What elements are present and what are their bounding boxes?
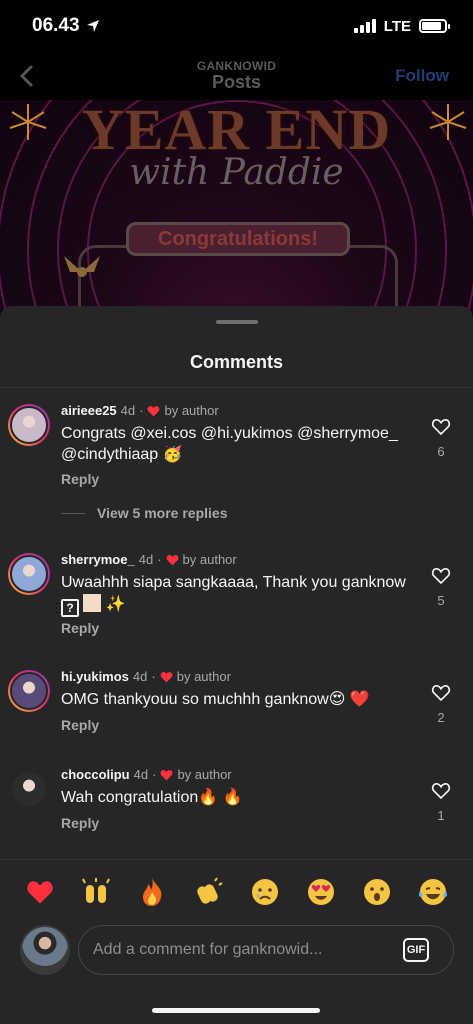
comment-composer: GIF [0, 925, 473, 979]
cellular-signal-icon [353, 19, 376, 33]
by-author-label: by author [164, 403, 219, 418]
post-image[interactable]: YEAR END with Paddie Congratulations! [0, 100, 473, 320]
heart-outline-icon[interactable] [431, 417, 451, 436]
comment-username[interactable]: sherrymoe_ [61, 552, 135, 567]
comment-username[interactable]: choccolipu [61, 767, 130, 782]
header-title: Posts [211, 71, 261, 92]
like-count: 5 [437, 593, 445, 608]
status-time: 06.43 [32, 15, 80, 36]
comment-time: 4d [133, 767, 149, 782]
avatar[interactable] [8, 670, 50, 712]
comment-input-container[interactable]: GIF [78, 925, 454, 975]
heart-filled-icon [148, 405, 160, 416]
follow-button[interactable]: Follow [395, 66, 449, 86]
reply-button[interactable]: Reply [61, 717, 99, 733]
unknown-glyph-icon: ? [61, 599, 79, 617]
heart-filled-icon [160, 671, 173, 682]
reply-button[interactable]: Reply [61, 471, 99, 487]
heart-outline-icon[interactable] [431, 781, 451, 800]
location-arrow-icon [86, 20, 99, 32]
comment-username[interactable]: hi.yukimos [61, 669, 129, 684]
by-author-label: by author [177, 767, 232, 782]
comment-time: 4d [132, 669, 148, 684]
battery-icon [419, 19, 450, 33]
skin-tone-swatch-icon [83, 594, 101, 612]
gift-bow-icon [64, 256, 100, 288]
heart-emoji-icon[interactable] [22, 874, 58, 910]
reply-button[interactable]: Reply [61, 620, 99, 636]
comment-text: Uwaahhh siapa sangkaaaa, Thank you gankn… [61, 574, 406, 617]
comment-text: OMG thankyouu so muchhh ganknow😍 ❤️ [61, 691, 370, 708]
avatar[interactable] [8, 404, 50, 446]
heart-eyes-emoji-icon[interactable] [303, 874, 339, 910]
sheet-title: Comments [189, 352, 283, 372]
banner-subtitle: with Paddie [129, 152, 344, 193]
crying-face-emoji-icon[interactable] [247, 874, 283, 910]
avatar[interactable] [8, 553, 50, 595]
post-header: GANKNOWID Posts Follow [0, 52, 473, 100]
comment-text: Congrats @xei.cos @hi.yukimos @sherrymoe… [61, 425, 398, 463]
raised-hands-emoji-icon[interactable] [78, 874, 114, 910]
surprised-face-emoji-icon[interactable] [359, 874, 395, 910]
header-username[interactable]: GANKNOWID [197, 59, 276, 73]
comments-sheet: Comments airieee25 4d · by author Congra… [0, 306, 473, 1024]
status-bar: 06.43 LTE [0, 0, 473, 52]
back-chevron-icon[interactable] [14, 62, 42, 90]
heart-outline-icon[interactable] [431, 683, 451, 702]
heart-filled-icon [166, 554, 178, 565]
comment-time: 4d [138, 552, 154, 567]
by-author-label: by author [176, 669, 231, 684]
banner-pill: Congratulations! [126, 222, 350, 256]
clapping-hands-emoji-icon[interactable] [190, 874, 226, 910]
tears-of-joy-emoji-icon[interactable] [415, 874, 451, 910]
like-count: 6 [437, 444, 445, 459]
like-count: 2 [437, 710, 445, 725]
comment-text: Wah congratulation🔥 🔥 [61, 789, 243, 806]
heart-filled-icon [161, 769, 173, 780]
avatar[interactable] [8, 768, 50, 810]
like-count: 1 [437, 808, 445, 823]
heart-outline-icon[interactable] [431, 566, 451, 585]
gif-button[interactable]: GIF [403, 938, 429, 962]
network-label: LTE [383, 17, 411, 35]
comment-input[interactable] [93, 926, 393, 974]
by-author-label: by author [182, 552, 237, 567]
view-more-replies-button[interactable]: View 5 more replies [61, 505, 227, 521]
comment-time: 4d [120, 403, 136, 418]
fire-emoji-icon[interactable] [134, 874, 170, 910]
emoji-reaction-bar [0, 872, 473, 912]
current-user-avatar [20, 925, 70, 975]
comment-username[interactable]: airieee25 [61, 403, 117, 418]
reply-button[interactable]: Reply [61, 815, 99, 831]
sheet-grabber[interactable] [216, 320, 258, 324]
home-indicator [152, 1008, 320, 1013]
